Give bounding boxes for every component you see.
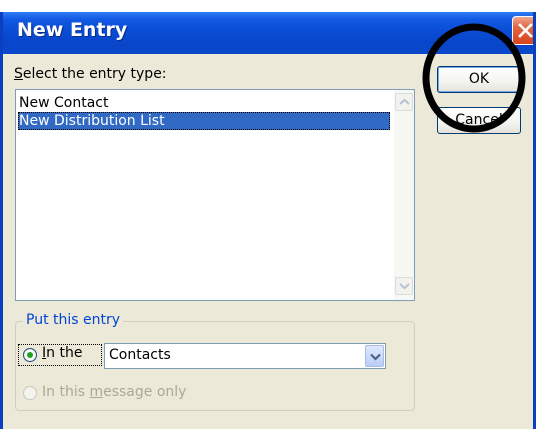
title-bar[interactable]: New Entry [3, 12, 533, 54]
dialog-title: New Entry [17, 19, 128, 41]
in-the-rest: n the [46, 345, 83, 361]
scroll-up-button[interactable] [395, 93, 413, 111]
message-only-label[interactable]: In this message only [42, 384, 186, 400]
put-entry-legend: Put this entry [23, 312, 124, 328]
message-only-prefix: In this [42, 384, 90, 400]
listbox-scrollbar[interactable] [394, 90, 414, 300]
chevron-down-icon [370, 353, 381, 361]
in-the-label[interactable]: In the [42, 345, 82, 361]
close-button[interactable] [512, 16, 533, 45]
entry-type-listbox[interactable]: New Contact New Distribution List [15, 89, 415, 301]
message-only-accel: m [89, 384, 104, 400]
entry-type-label: Select the entry type: [14, 66, 167, 82]
list-item-new-distribution-list[interactable]: New Distribution List [18, 112, 390, 130]
chevron-down-icon [399, 283, 410, 290]
scroll-down-button[interactable] [395, 277, 413, 295]
message-only-rest: essage only [103, 384, 187, 400]
close-x-icon [518, 23, 533, 38]
entry-type-label-accel: S [14, 66, 23, 82]
folder-value: Contacts [109, 347, 171, 363]
chevron-up-icon [399, 98, 410, 105]
message-only-radio[interactable] [23, 386, 37, 400]
folder-dropdown-button[interactable] [365, 345, 384, 367]
list-item-new-contact[interactable]: New Contact [18, 94, 390, 112]
cancel-button[interactable]: Cancel [437, 107, 521, 134]
ok-button[interactable]: OK [437, 66, 521, 93]
entry-type-label-text: elect the entry type: [22, 66, 167, 82]
in-the-radio[interactable] [23, 348, 37, 362]
folder-combobox[interactable]: Contacts [104, 343, 386, 369]
